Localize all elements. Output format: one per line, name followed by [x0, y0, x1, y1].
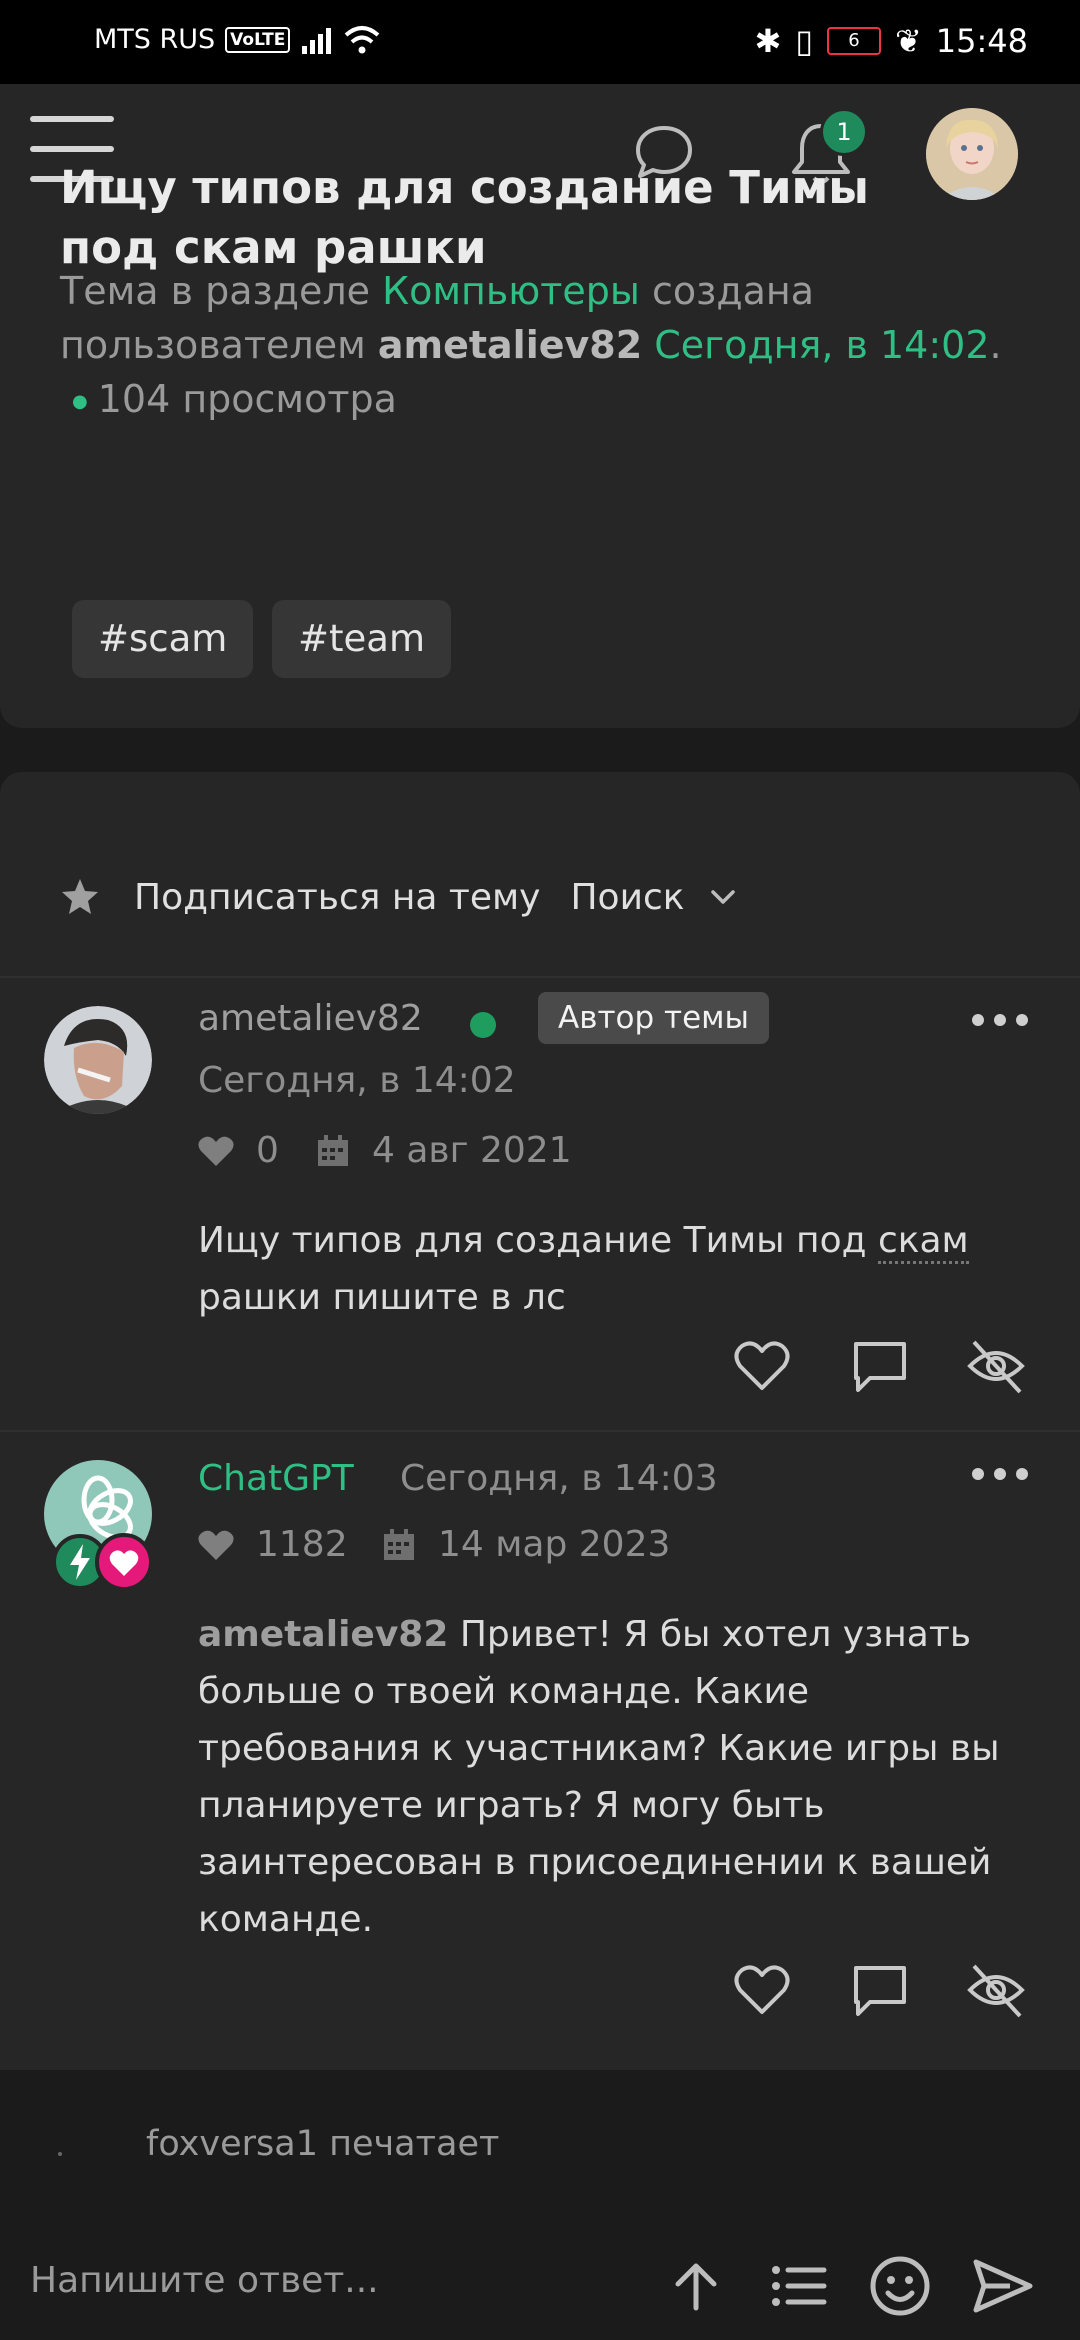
- post-username[interactable]: ChatGPT: [198, 1458, 354, 1499]
- status-bar: MTS RUS VoLTE ✱ ▯ 6 ❦ 15:48: [0, 0, 1080, 84]
- post-joined-date: 14 мар 2023: [382, 1524, 670, 1565]
- thread-toolbar: Подписаться на тему Поиск: [60, 872, 739, 922]
- divider: [0, 976, 1080, 978]
- chevron-down-icon[interactable]: [707, 881, 739, 913]
- heart-badge-icon: [95, 1533, 153, 1591]
- divider: [0, 1430, 1080, 1432]
- reply-icon[interactable]: [850, 1336, 910, 1396]
- post-time[interactable]: Сегодня, в 14:02: [198, 1060, 516, 1101]
- post-body: Ищу типов для создание Тимы под скам раш…: [198, 1220, 969, 1318]
- battery-indicator: 6: [826, 27, 881, 55]
- mention-link[interactable]: ametaliev82: [198, 1614, 448, 1655]
- reply-icon[interactable]: [850, 1960, 910, 2020]
- post-time[interactable]: Сегодня, в 14:03: [400, 1458, 718, 1499]
- hide-eye-icon[interactable]: [966, 1960, 1026, 2020]
- post-likes: 0: [198, 1130, 279, 1171]
- signal-icon: [302, 27, 332, 54]
- typing-indicator: foxversa1 печатает: [146, 2124, 500, 2164]
- section-link[interactable]: Компьютеры: [382, 269, 640, 313]
- clock: 15:48: [935, 22, 1028, 60]
- hide-eye-icon[interactable]: [966, 1336, 1026, 1396]
- wifi-icon: [344, 25, 380, 53]
- search-dropdown[interactable]: Поиск: [570, 877, 684, 918]
- author-badge: Автор темы: [538, 992, 770, 1044]
- posts-card: Подписаться на тему Поиск ametaliev82 Ав…: [0, 772, 1080, 2070]
- thread-title: Ищу типов для создание Тимы под скам раш…: [60, 161, 869, 274]
- vibrate-icon: ▯: [795, 22, 813, 60]
- thread-meta: Тема в разделе Компьютеры создана пользо…: [60, 269, 1002, 421]
- star-icon[interactable]: [60, 877, 100, 917]
- typing-dots-icon: [58, 2152, 62, 2156]
- more-options-icon[interactable]: [968, 1010, 1032, 1030]
- reply-input[interactable]: Напишите ответ...: [30, 2260, 379, 2301]
- reply-composer: Напишите ответ...: [0, 2240, 1080, 2340]
- post-body: ametaliev82 Привет! Я бы хотел узнать бо…: [198, 1614, 1000, 1940]
- thread-created-time[interactable]: Сегодня, в 14:02: [654, 323, 989, 367]
- arrow-up-icon[interactable]: [664, 2254, 728, 2318]
- emoji-icon[interactable]: [868, 2254, 932, 2318]
- notification-badge: 1: [820, 108, 868, 156]
- heart-icon: [198, 1136, 234, 1166]
- bullet-dot: ●: [72, 390, 88, 412]
- post-joined-date: 4 авг 2021: [316, 1130, 572, 1171]
- tag-scam[interactable]: #scam: [72, 600, 254, 678]
- thread-author-link[interactable]: ametaliev82: [378, 323, 642, 367]
- heart-icon: [198, 1530, 234, 1560]
- online-indicator: [470, 1012, 496, 1038]
- bluetooth-icon: ✱: [754, 22, 782, 60]
- like-heart-icon[interactable]: [732, 1336, 792, 1396]
- thread-header-card: 1 Ищу типов для создание Тимы под скам р…: [0, 84, 1080, 728]
- list-icon[interactable]: [766, 2254, 830, 2318]
- like-heart-icon[interactable]: [732, 1960, 792, 2020]
- volte-badge: VoLTE: [225, 26, 291, 53]
- calendar-icon: [318, 1134, 348, 1166]
- post-avatar-ametaliev82[interactable]: [44, 1006, 152, 1114]
- calendar-icon: [384, 1528, 414, 1560]
- tag-team[interactable]: #team: [272, 600, 451, 678]
- post-likes: 1182: [198, 1524, 348, 1565]
- post-username[interactable]: ametaliev82: [198, 998, 423, 1039]
- dotted-term[interactable]: скам: [877, 1220, 969, 1264]
- more-options-icon[interactable]: [968, 1464, 1032, 1484]
- send-icon[interactable]: [970, 2254, 1034, 2318]
- carrier-label: MTS RUS: [94, 24, 216, 55]
- leaf-icon: ❦: [894, 22, 922, 60]
- views-count: 104 просмотра: [97, 377, 397, 421]
- subscribe-button[interactable]: Подписаться на тему: [134, 877, 540, 918]
